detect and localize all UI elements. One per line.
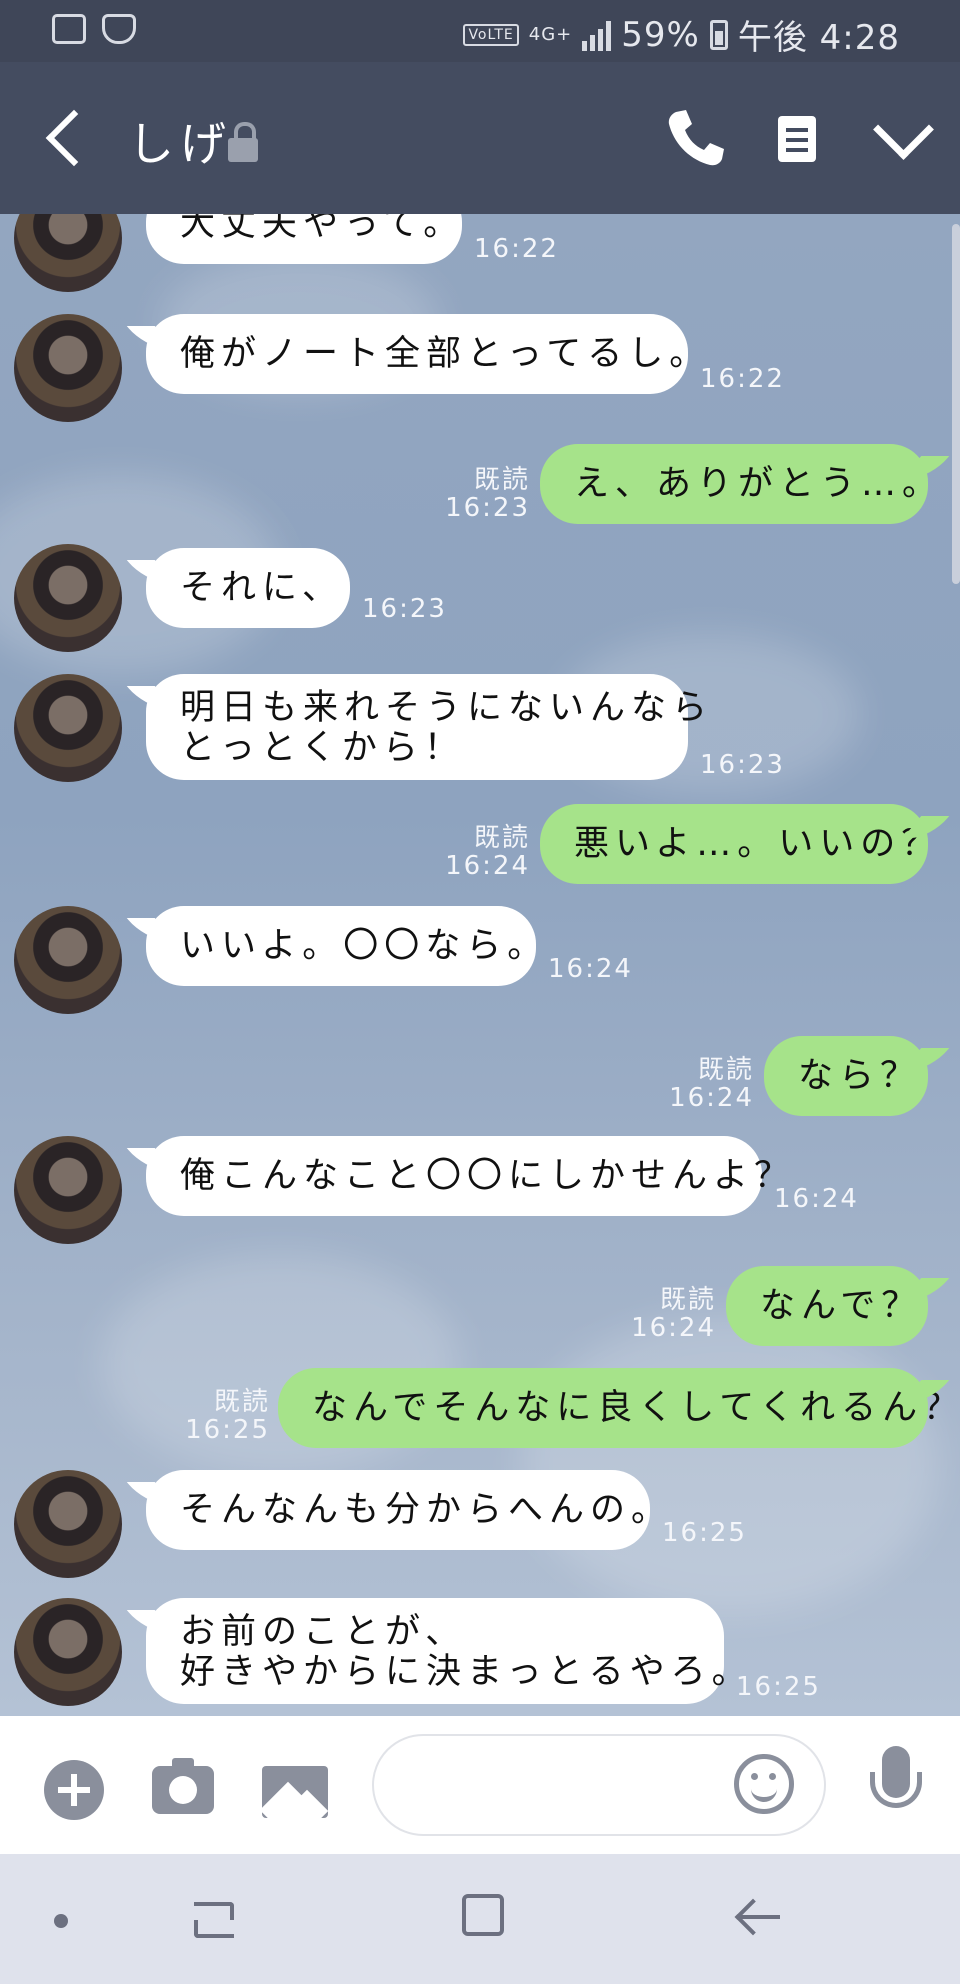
chat-header: しげ — [0, 62, 960, 214]
back-icon[interactable] — [40, 106, 100, 170]
outgoing-message[interactable]: なら？ — [764, 1036, 928, 1116]
memo-icon[interactable] — [762, 102, 832, 172]
avatar[interactable] — [14, 1598, 122, 1706]
battery-icon — [709, 19, 728, 50]
message-time: 16:22 — [700, 364, 785, 394]
gallery-notification-icon — [52, 14, 86, 44]
message-time: 16:23 — [700, 750, 785, 780]
emoji-icon[interactable] — [734, 1754, 794, 1814]
message-text: 俺がノート全部とってるし。 — [180, 334, 711, 374]
chat-area[interactable]: 大丈夫やって。 16:22 俺がノート全部とってるし。 16:22 既読 16:2… — [0, 214, 960, 1716]
message-time: 16:23 — [362, 594, 447, 624]
battery-percent: 59% — [621, 14, 700, 55]
read-receipt: 既読 16:24 — [669, 1055, 754, 1113]
camera-icon[interactable] — [152, 1758, 214, 1814]
message-text: それに、 — [180, 568, 343, 608]
message-time: 16:24 — [774, 1184, 859, 1214]
outgoing-message[interactable]: え、ありがとう…。 — [540, 444, 937, 524]
avatar[interactable] — [14, 314, 122, 422]
nav-back-icon[interactable] — [730, 1894, 786, 1940]
read-receipt: 既読 16:25 — [185, 1387, 270, 1445]
read-receipt: 既読 16:24 — [445, 823, 530, 881]
message-text-line: 好きやからに決まっとるやろ。 — [180, 1652, 753, 1692]
incoming-message[interactable]: 明日も来れそうにないんなら とっとくから！ — [146, 674, 714, 780]
message-time: 16:25 — [662, 1518, 747, 1548]
message-text-line: お前のことが、 — [180, 1612, 467, 1652]
avatar[interactable] — [14, 1136, 122, 1244]
avatar[interactable] — [14, 1470, 122, 1578]
message-text-line: 明日も来れそうにないんなら — [180, 688, 714, 728]
scrollbar[interactable] — [952, 224, 960, 584]
message-text: いいよ。〇〇なら。 — [180, 926, 549, 966]
incoming-message[interactable]: 大丈夫やって。 — [146, 214, 462, 264]
volte-icon: VoLTE — [463, 23, 519, 46]
clock: 午後 4:28 — [737, 18, 900, 58]
mic-icon[interactable] — [868, 1746, 924, 1832]
read-receipt: 既読 16:24 — [631, 1285, 716, 1343]
message-text: そんなんも分からへんの。 — [180, 1490, 673, 1530]
read-receipt: 既読 16:23 — [445, 465, 530, 523]
message-text: 俺こんなこと〇〇にしかせんよ？ — [180, 1156, 796, 1196]
incoming-message[interactable]: それに、 — [146, 548, 350, 628]
message-time: 16:24 — [548, 954, 633, 984]
incoming-message[interactable]: 俺こんなこと〇〇にしかせんよ？ — [146, 1136, 789, 1216]
message-time: 16:22 — [474, 234, 559, 264]
outgoing-message[interactable]: なんでそんなに良くしてくれるん？ — [278, 1368, 958, 1448]
message-text-line: とっとくから！ — [180, 728, 465, 768]
image-icon[interactable] — [262, 1766, 328, 1818]
system-nav-bar — [0, 1854, 960, 1984]
chat-title: しげ — [128, 117, 232, 171]
message-text: なら？ — [798, 1056, 922, 1096]
phone-icon[interactable] — [660, 102, 730, 172]
network-type: 4G+ — [528, 24, 573, 45]
outgoing-message[interactable]: なんで？ — [726, 1266, 928, 1346]
signal-icon — [582, 19, 612, 51]
home-icon[interactable] — [462, 1894, 504, 1936]
incoming-message[interactable]: お前のことが、 好きやからに決まっとるやろ。 — [146, 1598, 753, 1704]
avatar[interactable] — [14, 674, 122, 782]
incoming-message[interactable]: 俺がノート全部とってるし。 — [146, 314, 704, 394]
message-text: 悪いよ…。いいの？ — [574, 824, 943, 864]
chevron-down-icon[interactable] — [868, 102, 938, 172]
incoming-message[interactable]: いいよ。〇〇なら。 — [146, 906, 542, 986]
lock-icon — [228, 122, 258, 162]
avatar[interactable] — [14, 214, 122, 292]
message-text: なんで？ — [760, 1286, 923, 1326]
status-bar: VoLTE 4G+ 59% 午後 4:28 — [0, 0, 960, 62]
avatar[interactable] — [14, 544, 122, 652]
message-text: え、ありがとう…。 — [574, 464, 944, 504]
incoming-message[interactable]: そんなんも分からへんの。 — [146, 1470, 666, 1550]
avatar[interactable] — [14, 906, 122, 1014]
recent-apps-icon[interactable] — [188, 1898, 238, 1942]
message-text: 大丈夫やって。 — [180, 214, 465, 244]
message-time: 16:25 — [736, 1672, 821, 1702]
message-text: なんでそんなに良くしてくれるん？ — [312, 1388, 960, 1428]
message-input-bar — [0, 1716, 960, 1854]
plus-icon[interactable] — [44, 1760, 104, 1820]
nav-dot-icon[interactable] — [54, 1914, 68, 1928]
outgoing-message[interactable]: 悪いよ…。いいの？ — [540, 804, 936, 884]
shield-notification-icon — [102, 14, 136, 44]
